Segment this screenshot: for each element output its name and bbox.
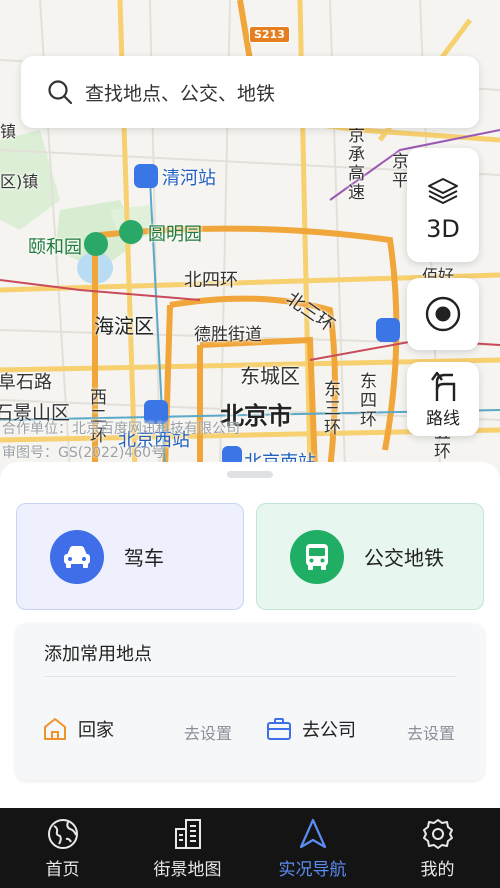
park-icon [84,232,108,256]
map-label-jingcheng-highway: 京承高速 [344,126,364,202]
map-label-left-zhen: 镇 [0,122,17,141]
transit-mode-button[interactable]: 公交地铁 [256,503,484,610]
map-label-left-town: 区)镇 [0,172,39,191]
map-label-yiheyuan[interactable]: 颐和园 [28,233,82,259]
route-button[interactable]: 路线 [407,362,479,436]
transit-mode-label: 公交地铁 [364,546,444,570]
train-station-icon [376,318,400,342]
3d-toggle-button[interactable]: 3D [426,215,460,243]
tab-home[interactable]: 首页 [0,808,125,888]
tab-profile[interactable]: 我的 [375,808,500,888]
tab-profile-label: 我的 [420,859,455,880]
navigation-arrow-icon [299,818,326,848]
route-arrow-icon [431,371,456,401]
work-set-link[interactable]: 去设置 [407,720,455,744]
layers-icon [428,178,458,204]
search-icon [48,80,73,105]
search-placeholder: 查找地点、公交、地铁 [85,82,276,105]
divider [44,676,456,677]
home-place-label: 回家 [78,720,114,741]
tab-live-navigation[interactable]: 实况导航 [250,808,375,888]
home-set-link[interactable]: 去设置 [184,720,232,744]
tab-street-view-label: 街景地图 [153,859,222,880]
tab-home-label: 首页 [45,859,80,880]
home-place-button[interactable]: 回家 [42,716,114,742]
home-icon [44,718,66,740]
map-label-north-4th-ring: 北四环 [184,270,238,291]
frequent-places-card: 添加常用地点 回家 去设置 去公司 去设置 [16,624,484,780]
layers-button[interactable] [407,167,479,215]
work-place-button[interactable]: 去公司 [266,716,356,742]
search-bar[interactable]: 查找地点、公交、地铁 [21,56,479,128]
bus-icon [290,529,344,584]
locate-icon [425,296,461,332]
tab-live-navigation-label: 实况导航 [278,859,347,880]
map-label-east-4th-ring: 东四环 [356,372,376,429]
map-label-haidian: 海淀区 [94,314,154,338]
map-label-qinghe-station[interactable]: 清河站 [162,164,216,190]
park-icon [119,220,143,244]
frequent-places-title: 添加常用地点 [44,644,152,665]
map-label-east-3rd-ring: 东三环 [320,380,340,437]
globe-icon [47,818,78,849]
locate-button[interactable] [407,278,479,350]
drive-mode-label: 驾车 [124,546,164,570]
map-label-yuanmingyuan[interactable]: 圆明园 [148,220,202,246]
road-shield-s213: S213 [249,26,290,43]
map-copyright-number: 审图号：GS(2022)460号 [2,445,166,461]
map-label-left-road: 阜石路 [0,372,52,393]
map-layer-controls: 3D [407,148,479,262]
work-place-label: 去公司 [302,720,356,741]
train-station-icon [134,164,158,188]
drive-mode-button[interactable]: 驾车 [16,503,244,610]
map-label-deshengjie: 德胜街道 [194,325,262,345]
route-label: 路线 [426,408,460,429]
bottom-sheet: 驾车 公交地铁 添加常用地点 回家 去设置 去公司 去设置 [0,462,500,808]
sheet-drag-handle[interactable] [227,471,273,478]
map-label-dongcheng: 东城区 [240,364,300,388]
gear-icon [422,818,453,849]
bottom-tab-bar: 首页 街景地图 实况导航 我的 [0,808,500,888]
buildings-icon [174,818,201,849]
car-icon [50,529,104,584]
briefcase-icon [267,718,291,740]
tab-street-view[interactable]: 街景地图 [125,808,250,888]
map-copyright-owner: 合作单位：北京百度网讯科技有限公司 [2,421,240,437]
